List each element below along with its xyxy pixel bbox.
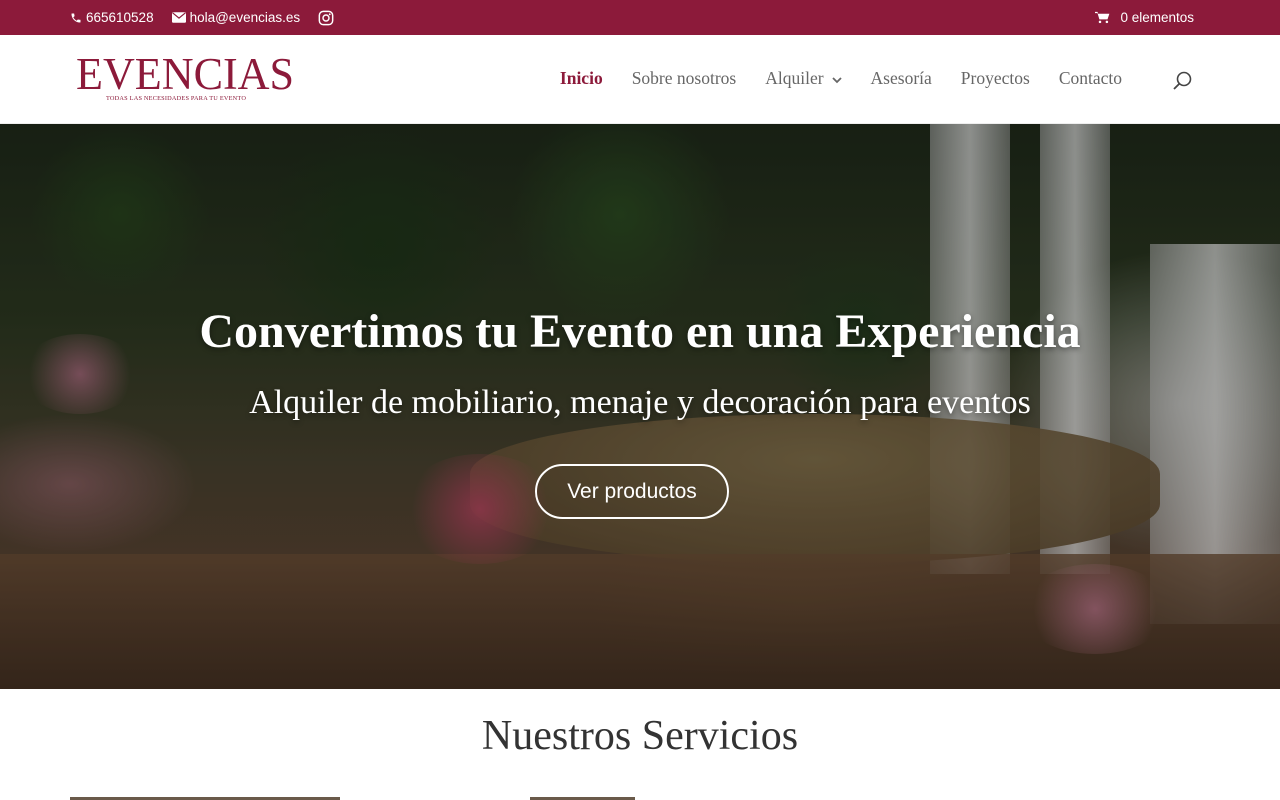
nav-item-sobre-nosotros[interactable]: Sobre nosotros <box>632 35 737 121</box>
nav-label: Asesoría <box>870 67 932 88</box>
nav-item-contacto[interactable]: Contacto <box>1059 35 1122 121</box>
phone-number: 665610528 <box>86 10 154 25</box>
view-products-button[interactable]: Ver productos <box>535 464 729 519</box>
phone-link[interactable]: 665610528 <box>70 10 154 25</box>
cart-icon <box>1095 11 1110 24</box>
search-icon <box>1172 71 1194 96</box>
services-heading: Nuestros Servicios <box>481 713 799 759</box>
nav-item-asesoria[interactable]: Asesoría <box>871 35 932 121</box>
cart-link[interactable]: 0 elementos <box>1095 0 1194 35</box>
mail-icon <box>171 12 186 23</box>
site-header: EVENCIAS TODAS LAS NECESIDADES PARA TU E… <box>0 35 1280 124</box>
instagram-link[interactable] <box>318 10 334 26</box>
email-address: hola@evencias.es <box>189 10 301 25</box>
search-button[interactable] <box>1172 70 1194 92</box>
nav-label: Alquiler <box>765 67 824 88</box>
chevron-down-icon <box>831 68 842 89</box>
phone-icon <box>70 12 82 24</box>
instagram-icon <box>318 10 334 26</box>
email-link[interactable]: hola@evencias.es <box>171 10 301 25</box>
hero-section: Convertimos tu Evento en una Experiencia… <box>0 124 1280 689</box>
nav-label: Proyectos <box>960 67 1030 88</box>
nav-item-inicio[interactable]: Inicio <box>560 35 603 121</box>
contact-info: 665610528 hola@evencias.es <box>70 0 334 35</box>
logo-text: EVENCIAS <box>76 49 295 99</box>
nav-item-proyectos[interactable]: Proyectos <box>961 35 1030 121</box>
hero-subtitle: Alquiler de mobiliario, menaje y decorac… <box>249 384 1031 421</box>
top-bar: 665610528 hola@evencias.es 0 elementos <box>0 0 1280 35</box>
nav-label: Sobre nosotros <box>631 67 737 88</box>
nav-label: Contacto <box>1058 67 1122 88</box>
cart-count: 0 elementos <box>1120 10 1194 25</box>
main-nav: Inicio Sobre nosotros Alquiler Asesoría … <box>560 35 1122 121</box>
logo[interactable]: EVENCIAS TODAS LAS NECESIDADES PARA TU E… <box>76 49 295 105</box>
nav-label: Inicio <box>559 67 603 88</box>
nav-item-alquiler[interactable]: Alquiler <box>765 35 842 121</box>
hero-title: Convertimos tu Evento en una Experiencia <box>199 305 1081 358</box>
